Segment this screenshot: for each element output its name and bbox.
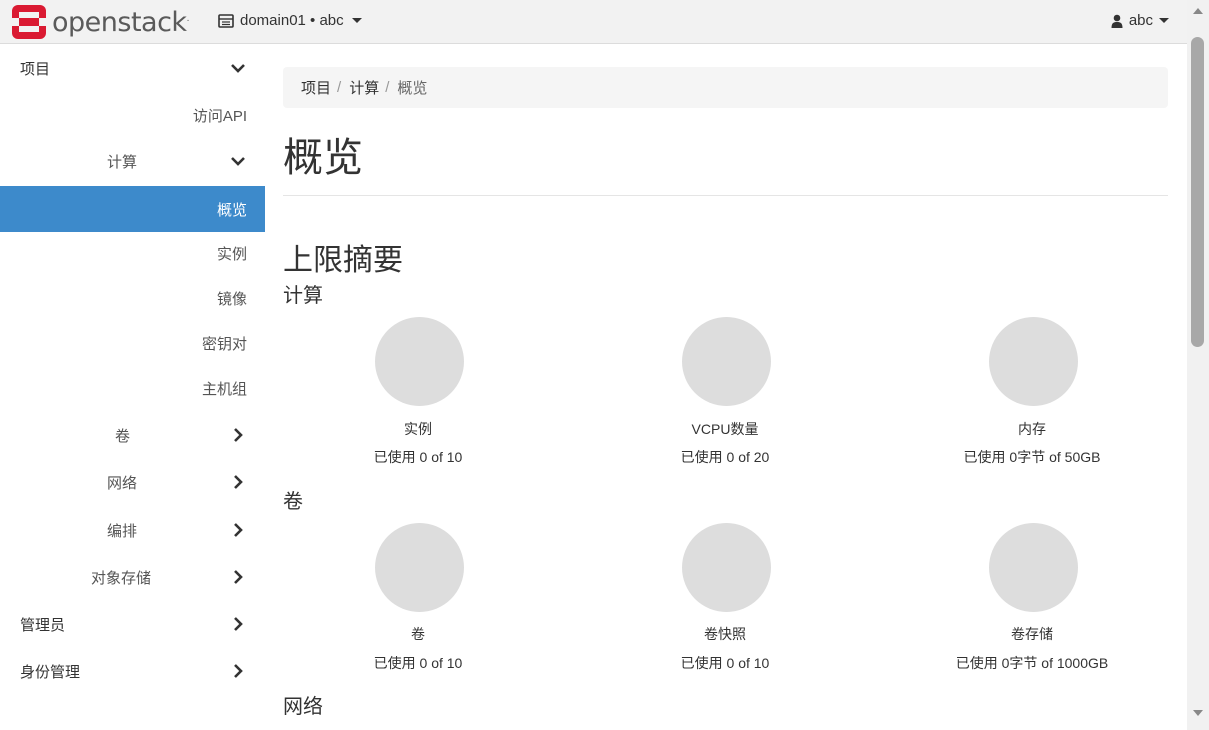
sidebar-item-label: 镜像 [216, 291, 247, 308]
openstack-logo-mark-icon [12, 5, 46, 39]
breadcrumb: 项目 / 计算 / 概览 [283, 67, 1168, 108]
pie-chart-usage: 已使用 0 of 10 [680, 655, 770, 671]
scroll-up-arrow-icon[interactable] [1193, 8, 1203, 14]
pie-chart-title: 实例 [404, 421, 432, 437]
sidebar-item-orchestration[interactable]: 编排 [0, 507, 265, 553]
pie-chart-usage: 已使用 0字节 of 1000GB [955, 655, 1109, 671]
breadcrumb-item-current: 概览 [397, 80, 428, 97]
sidebar-item-label: 概览 [216, 202, 247, 219]
server-icon [218, 13, 234, 28]
pie-chart-volume-storage [988, 523, 1078, 612]
sidebar-item-label: 实例 [216, 246, 247, 263]
breadcrumb-separator: / [385, 79, 390, 96]
sidebar-item-network[interactable]: 网络 [0, 459, 265, 505]
sidebar-item-label: 项目 [20, 61, 51, 78]
pie-chart-volume-snapshots [681, 523, 771, 612]
sidebar-item-label: 编排 [107, 523, 138, 540]
pie-chart-usage: 已使用 0 of 10 [373, 655, 463, 671]
pie-chart-vcpus [681, 317, 771, 406]
sidebar-item-label: 对象存储 [91, 570, 152, 587]
pie-chart-instances [374, 317, 464, 406]
sidebar-item-object-store[interactable]: 对象存储 [0, 554, 265, 600]
user-name: abc [1128, 12, 1153, 29]
user-icon [1111, 14, 1123, 28]
sidebar-item-key-pairs[interactable]: 密钥对 [0, 320, 265, 366]
user-menu-dropdown[interactable]: abc [1111, 12, 1169, 29]
sidebar-item-label: 管理员 [20, 617, 66, 634]
pie-circle [374, 317, 464, 406]
scrollbar-thumb[interactable] [1191, 37, 1204, 347]
pie-chart-title: 卷存储 [1011, 626, 1053, 642]
sidebar-item-label: 网络 [107, 475, 138, 492]
pie-chart-usage: 已使用 0字节 of 50GB [963, 449, 1101, 465]
sidebar-item-identity[interactable]: 身份管理 [0, 648, 265, 694]
chevron-right-icon [234, 664, 243, 678]
pie-chart-usage: 已使用 0 of 20 [680, 449, 770, 465]
chevron-right-icon [234, 570, 243, 584]
chevron-down-icon [231, 64, 245, 73]
title-divider [283, 195, 1168, 196]
page-scrollbar[interactable] [1187, 0, 1209, 730]
sidebar-item-label: 计算 [107, 154, 138, 171]
sidebar-item-access-api[interactable]: 访问API [0, 92, 265, 138]
sidebar-item-compute[interactable]: 计算 [0, 138, 265, 184]
sidebar: 项目 访问API 计算 概览 实例 镜像 密钥对 主机组 卷 网络 编排 对象存… [0, 45, 265, 730]
sidebar-item-project[interactable]: 项目 [0, 45, 265, 91]
chevron-right-icon [234, 428, 243, 442]
breadcrumb-separator: / [337, 79, 342, 96]
pie-circle [988, 523, 1078, 612]
sidebar-item-label: 访问API [192, 108, 247, 125]
chevron-right-icon [234, 475, 243, 489]
sidebar-item-label: 密钥对 [201, 336, 247, 353]
section-heading-volume: 卷 [283, 491, 303, 513]
logo-text: openstack. [52, 6, 190, 38]
limit-summary-heading: 上限摘要 [283, 244, 403, 277]
sidebar-item-volumes[interactable]: 卷 [0, 412, 265, 458]
chevron-right-icon [234, 523, 243, 537]
sidebar-item-instances[interactable]: 实例 [0, 230, 265, 276]
sidebar-item-images[interactable]: 镜像 [0, 275, 265, 321]
project-context-label: domain01 • abc [240, 12, 344, 29]
pie-chart-usage: 已使用 0 of 10 [373, 449, 463, 465]
breadcrumb-item-compute[interactable]: 计算 [349, 77, 379, 98]
sidebar-item-overview[interactable]: 概览 [0, 186, 265, 232]
sidebar-item-server-groups[interactable]: 主机组 [0, 365, 265, 411]
pie-circle [988, 317, 1078, 406]
sidebar-item-label: 主机组 [201, 381, 247, 398]
pie-chart-title: 内存 [1018, 421, 1046, 437]
project-context-dropdown[interactable]: domain01 • abc [218, 12, 362, 29]
pie-chart-ram [988, 317, 1078, 406]
sidebar-item-label: 身份管理 [20, 664, 81, 681]
section-heading-network: 网络 [283, 696, 323, 718]
pie-circle [681, 523, 771, 612]
scroll-down-arrow-icon[interactable] [1193, 710, 1203, 716]
pie-chart-title: 卷 [411, 626, 425, 642]
page-title: 概览 [283, 136, 363, 180]
openstack-logo[interactable]: openstack. [12, 5, 190, 39]
pie-circle [374, 523, 464, 612]
top-navbar: openstack. domain01 • abc abc [0, 0, 1187, 44]
breadcrumb-item-project[interactable]: 项目 [301, 77, 331, 98]
pie-chart-volumes [374, 523, 464, 612]
chevron-down-icon [231, 157, 245, 166]
pie-chart-title: 卷快照 [704, 626, 746, 642]
pie-circle [681, 317, 771, 406]
sidebar-item-label: 卷 [115, 428, 131, 445]
caret-down-icon [1159, 18, 1169, 23]
pie-chart-title: VCPU数量 [691, 421, 759, 437]
section-heading-compute: 计算 [283, 285, 323, 307]
sidebar-item-admin[interactable]: 管理员 [0, 601, 265, 647]
caret-down-icon [351, 18, 362, 23]
chevron-right-icon [234, 617, 243, 631]
